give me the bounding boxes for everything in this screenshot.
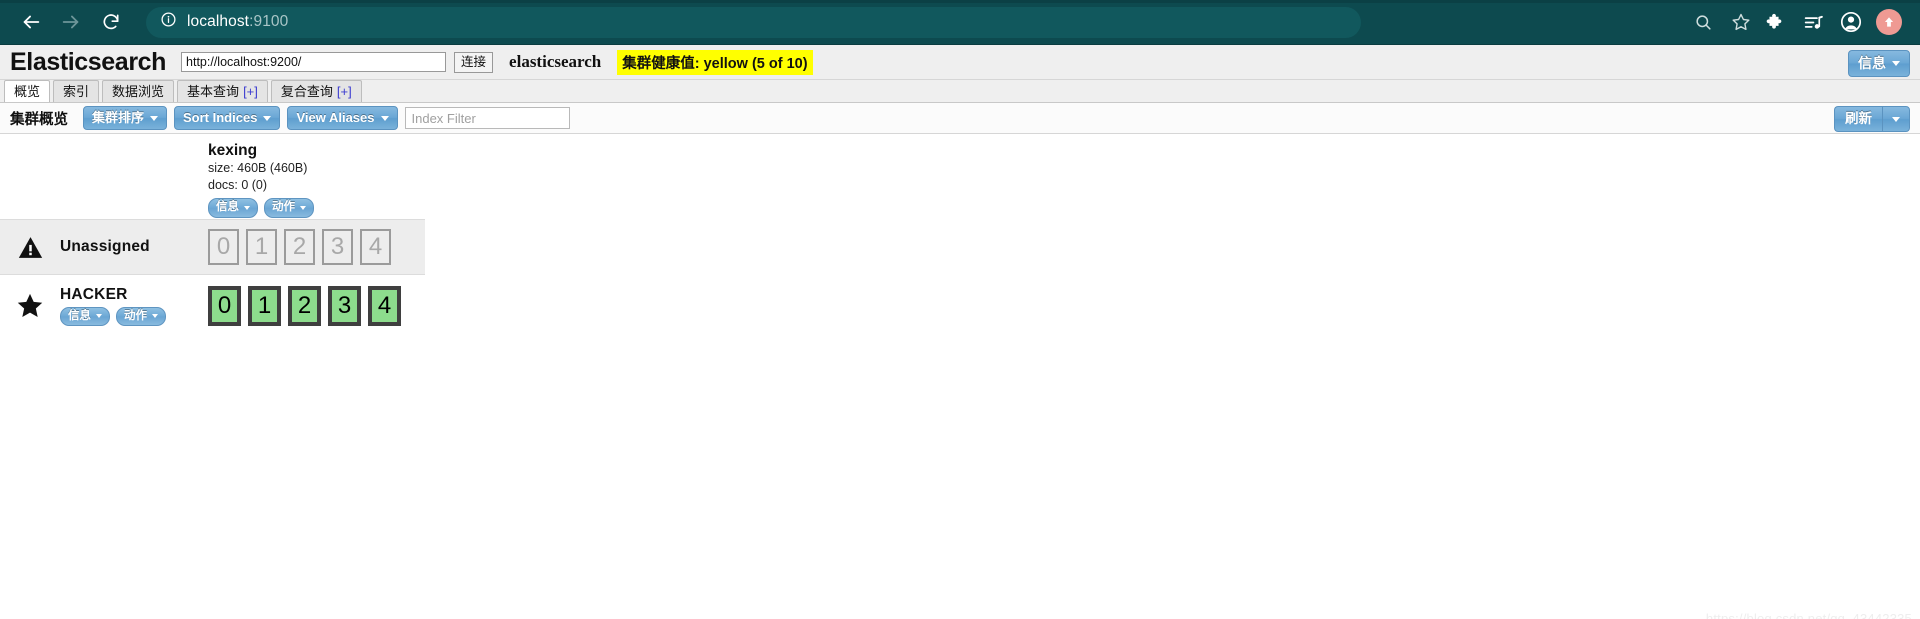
node-action-label: 动作 <box>124 309 147 322</box>
update-arrow-icon[interactable] <box>1872 5 1906 39</box>
index-column-header: kexing size: 460B (460B) docs: 0 (0) 信息 … <box>208 140 423 218</box>
chevron-down-icon <box>263 115 272 121</box>
extensions-puzzle-icon[interactable] <box>1758 5 1792 39</box>
shard-box[interactable]: 4 <box>360 229 391 265</box>
index-header-row: kexing size: 460B (460B) docs: 0 (0) 信息 … <box>0 134 1920 219</box>
row-name: HACKER <box>60 285 128 303</box>
browser-actions <box>1686 5 1906 39</box>
refresh-button[interactable]: 刷新 <box>1834 106 1882 133</box>
tab-label: 概览 <box>14 84 41 99</box>
tab-expand-marker: [+] <box>243 84 258 99</box>
table-row: HACKER 信息 动作 0 1 2 3 4 <box>0 275 425 337</box>
cluster-name: elasticsearch <box>509 52 602 71</box>
node-title-block: HACKER 信息 动作 <box>60 286 166 327</box>
unassigned-shard-strip: 0 1 2 3 4 <box>208 229 391 265</box>
address-bar-url: localhost:9100 <box>187 13 289 30</box>
tab-data-browse[interactable]: 数据浏览 <box>102 80 175 102</box>
index-action-pills: 信息 动作 <box>208 198 423 218</box>
index-filter-input[interactable] <box>404 107 570 129</box>
cluster-overview-grid: kexing size: 460B (460B) docs: 0 (0) 信息 … <box>0 134 1920 619</box>
index-action-label: 动作 <box>272 201 295 214</box>
shard-box[interactable]: 1 <box>248 286 281 326</box>
back-arrow-icon[interactable] <box>14 5 48 39</box>
chevron-down-icon <box>300 206 306 210</box>
header-info-button[interactable]: 信息 <box>1848 50 1910 77</box>
shard-box[interactable]: 0 <box>208 286 241 326</box>
node-info-button[interactable]: 信息 <box>60 306 110 327</box>
page-title: Elasticsearch <box>10 47 167 76</box>
shard-box[interactable]: 3 <box>328 286 361 326</box>
cluster-sort-button[interactable]: 集群排序 <box>83 106 168 130</box>
index-info-button[interactable]: 信息 <box>208 198 258 218</box>
index-size: size: 460B (460B) <box>208 161 308 175</box>
table-row: Unassigned 0 1 2 3 4 <box>0 219 425 275</box>
shard-box[interactable]: 2 <box>284 229 315 265</box>
tab-label: 索引 <box>63 84 90 99</box>
chevron-down-icon <box>1892 60 1900 66</box>
cluster-toolbar: 集群概览 集群排序 Sort Indices View Aliases 刷新 <box>0 103 1920 134</box>
star-icon <box>14 293 46 318</box>
reload-icon[interactable] <box>94 5 128 39</box>
view-aliases-label: View Aliases <box>296 110 375 126</box>
forward-arrow-icon <box>54 5 88 39</box>
tab-expand-marker: [+] <box>336 84 352 99</box>
index-name: kexing <box>208 142 258 159</box>
shard-box[interactable]: 1 <box>246 229 277 265</box>
tab-overview[interactable]: 概览 <box>4 80 51 102</box>
warning-triangle-icon <box>14 236 46 259</box>
watermark: https://blog.csdn.net/qq_43442335 <box>1705 611 1912 619</box>
tab-indices[interactable]: 索引 <box>53 80 100 102</box>
refresh-label: 刷新 <box>1845 111 1872 126</box>
profile-avatar-icon[interactable] <box>1834 5 1868 39</box>
header-info-label: 信息 <box>1858 55 1886 71</box>
view-aliases-button[interactable]: View Aliases <box>287 106 398 130</box>
node-action-pills: 信息 动作 <box>60 306 166 327</box>
chevron-down-icon <box>150 115 159 121</box>
es-header: Elasticsearch 连接 elasticsearch 集群健康值: ye… <box>0 45 1920 80</box>
tab-label: 数据浏览 <box>112 84 165 99</box>
refresh-button-group: 刷新 <box>1834 106 1910 133</box>
tab-basic-query[interactable]: 基本查询 [+] <box>177 80 268 102</box>
node-label-cell: HACKER 信息 动作 <box>0 286 208 327</box>
host-input[interactable] <box>181 52 447 72</box>
update-badge <box>1876 9 1902 35</box>
refresh-options-button[interactable] <box>1882 106 1910 133</box>
cluster-sort-label: 集群排序 <box>92 110 145 126</box>
row-name: Unassigned <box>60 238 150 255</box>
chevron-down-icon <box>244 206 250 210</box>
unassigned-title-block: Unassigned <box>60 238 150 256</box>
media-playlist-icon[interactable] <box>1796 5 1830 39</box>
tab-label: 复合查询 <box>280 84 333 99</box>
chevron-down-icon <box>1892 116 1900 122</box>
shard-box[interactable]: 0 <box>208 229 239 265</box>
tab-label: 基本查询 <box>187 84 240 99</box>
search-icon[interactable] <box>1686 5 1720 39</box>
bookmark-star-icon[interactable] <box>1724 5 1758 39</box>
chevron-down-icon <box>380 115 389 121</box>
index-docs: docs: 0 (0) <box>208 177 268 192</box>
sort-indices-button[interactable]: Sort Indices <box>174 106 281 130</box>
chevron-down-icon <box>96 314 102 319</box>
site-info-icon[interactable] <box>160 11 177 33</box>
index-action-button[interactable]: 动作 <box>264 198 314 218</box>
unassigned-label-cell: Unassigned <box>0 236 208 259</box>
tab-strip: 概览 索引 数据浏览 基本查询 [+] 复合查询 [+] <box>0 80 1920 103</box>
node-shard-strip: 0 1 2 3 4 <box>208 286 401 326</box>
cluster-health-status: 集群健康值: yellow (5 of 10) <box>617 49 813 75</box>
browser-toolbar: localhost:9100 <box>0 0 1920 45</box>
node-info-label: 信息 <box>68 309 91 322</box>
chevron-down-icon <box>152 314 158 319</box>
address-bar[interactable]: localhost:9100 <box>146 6 1361 38</box>
node-action-button[interactable]: 动作 <box>116 306 166 327</box>
shard-box[interactable]: 4 <box>368 286 401 326</box>
index-info-label: 信息 <box>216 201 239 214</box>
shard-box[interactable]: 3 <box>322 229 353 265</box>
sort-indices-label: Sort Indices <box>183 110 258 126</box>
cluster-overview-label: 集群概览 <box>10 111 68 128</box>
connect-button[interactable]: 连接 <box>454 51 494 73</box>
shard-box[interactable]: 2 <box>288 286 321 326</box>
tab-composite-query[interactable]: 复合查询 [+] <box>270 80 362 102</box>
